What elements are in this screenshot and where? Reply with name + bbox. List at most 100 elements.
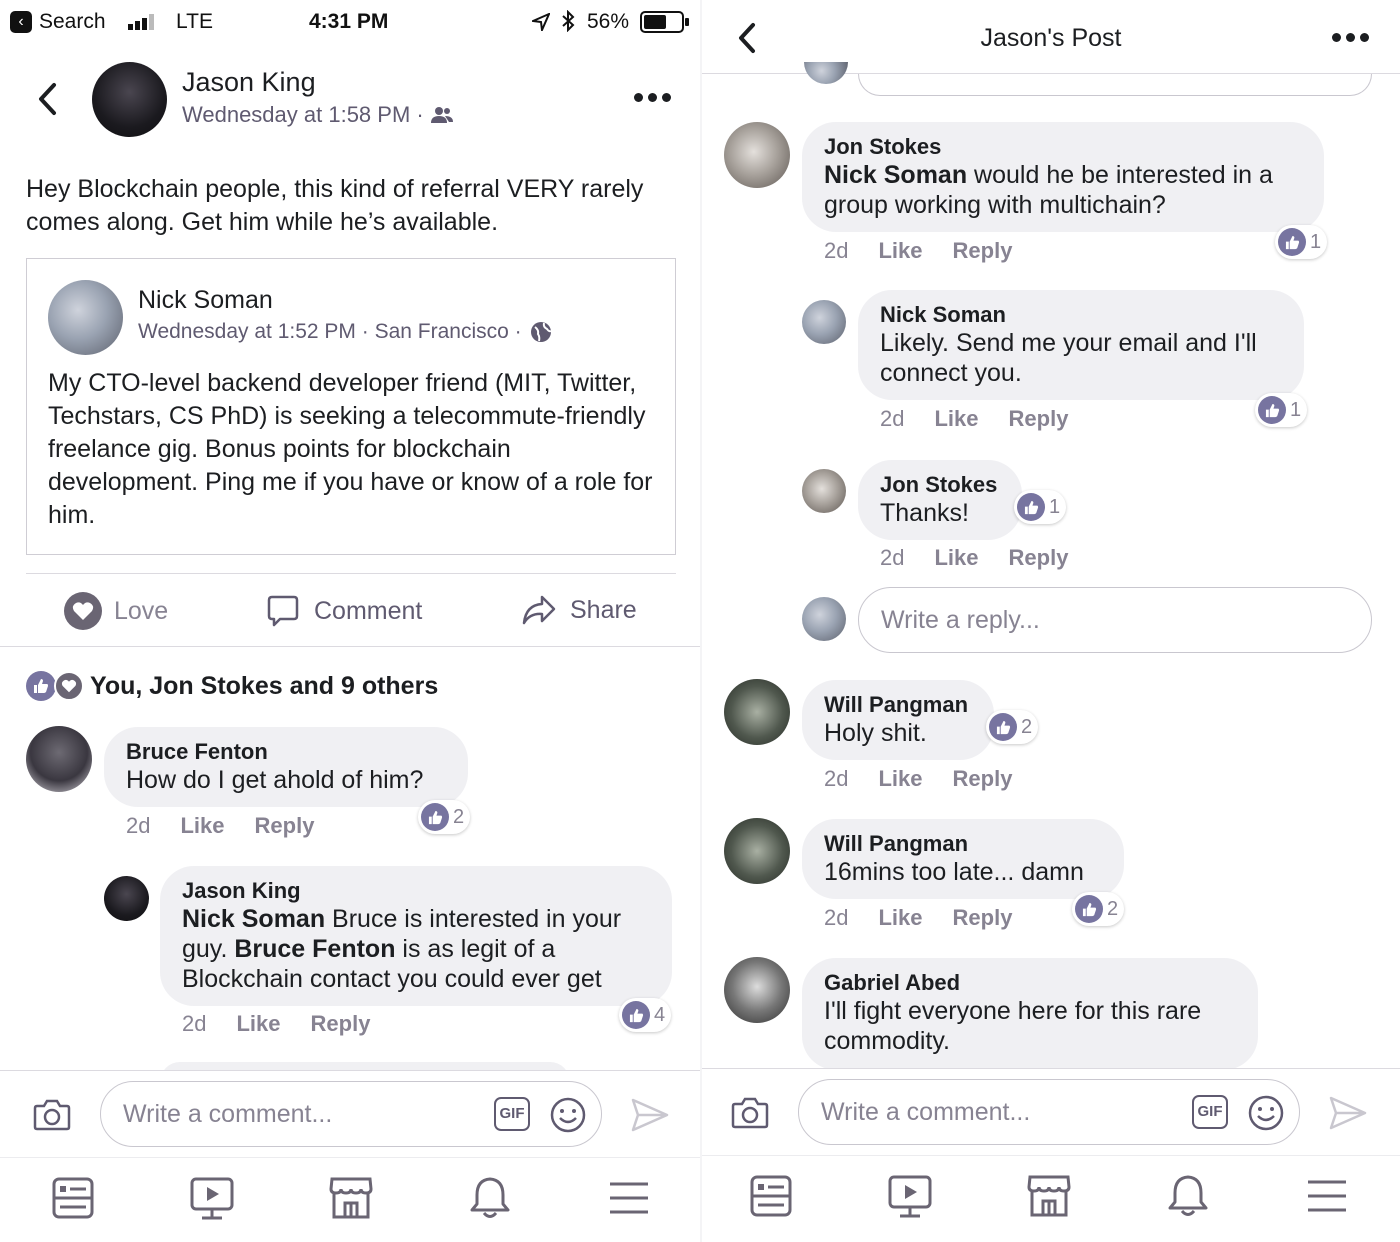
- comment-like-button[interactable]: Like: [236, 1011, 280, 1036]
- comment-input[interactable]: Write a comment... GIF: [798, 1079, 1300, 1145]
- commenter-avatar[interactable]: [724, 957, 790, 1023]
- comment-bubble[interactable]: Bruce Fenton How do I get ahold of him?: [104, 727, 468, 807]
- menu-tab-icon[interactable]: [608, 1180, 650, 1216]
- right-screen: Jason's Post Jon Stokes Nick Soman would…: [702, 0, 1400, 1242]
- commenter-avatar[interactable]: [724, 122, 790, 188]
- commenter-name[interactable]: Jon Stokes: [880, 472, 1000, 498]
- shared-post-text: My CTO-level backend developer friend (M…: [48, 369, 653, 529]
- love-label: Love: [114, 596, 169, 625]
- comment-reply-button[interactable]: Reply: [953, 905, 1013, 930]
- gif-button[interactable]: GIF: [494, 1097, 530, 1131]
- reactions-summary[interactable]: You, Jon Stokes and 9 others: [26, 671, 438, 701]
- notifications-tab-icon[interactable]: [1166, 1173, 1210, 1219]
- camera-icon[interactable]: [33, 1099, 71, 1131]
- comment-bubble[interactable]: Jason King Nick Soman Bruce is intereste…: [160, 866, 672, 1006]
- post-timestamp-row: Wednesday at 1:58 PM ·: [182, 102, 454, 128]
- news-feed-tab-icon[interactable]: [51, 1176, 95, 1220]
- commenter-name[interactable]: Will Pangman: [824, 831, 1102, 857]
- comment-button[interactable]: Comment: [266, 594, 422, 628]
- comment-text: Nick Soman Bruce is interested in your g…: [182, 904, 650, 994]
- shared-post-card[interactable]: Nick Soman Wednesday at 1:52 PM · San Fr…: [26, 258, 676, 555]
- news-feed-tab-icon[interactable]: [749, 1174, 793, 1218]
- commenter-name[interactable]: Nick Soman: [880, 302, 1282, 328]
- comment-like-button[interactable]: Like: [878, 766, 922, 791]
- composer-bar: Write a comment... GIF: [0, 1070, 700, 1158]
- commenter-name[interactable]: Jason King: [182, 878, 650, 904]
- send-icon[interactable]: [630, 1097, 670, 1133]
- comment-bubble[interactable]: Will Pangman 16mins too late... damn: [802, 819, 1124, 899]
- post-options-button[interactable]: [634, 93, 671, 102]
- friends-privacy-icon: [430, 107, 453, 123]
- comment-reply-button[interactable]: Reply: [1009, 406, 1069, 431]
- back-chevron-icon[interactable]: [36, 82, 58, 116]
- commenter-name[interactable]: Will Pangman: [824, 692, 972, 718]
- notifications-tab-icon[interactable]: [468, 1175, 512, 1221]
- menu-tab-icon[interactable]: [1306, 1178, 1348, 1214]
- comment-bubble[interactable]: Will Pangman Holy shit.: [802, 680, 994, 760]
- reply-input[interactable]: Write a reply...: [858, 587, 1372, 653]
- comment-reply-button[interactable]: Reply: [311, 1011, 371, 1036]
- commenter-avatar[interactable]: [104, 876, 149, 921]
- commenter-avatar[interactable]: [724, 679, 790, 745]
- comment-like-button[interactable]: Like: [180, 813, 224, 838]
- comment-reactions[interactable]: 2: [418, 800, 471, 834]
- post-timestamp[interactable]: Wednesday at 1:58 PM ·: [182, 102, 424, 128]
- comment-reply-button[interactable]: Reply: [953, 766, 1013, 791]
- post-author[interactable]: Jason King: [182, 67, 316, 98]
- battery-percent: 56%: [587, 10, 630, 33]
- comment-actions: 2d Like Reply: [824, 905, 1042, 931]
- watch-tab-icon[interactable]: [189, 1176, 235, 1222]
- marketplace-tab-icon[interactable]: [1026, 1173, 1072, 1219]
- comment-reactions[interactable]: 1: [1255, 393, 1308, 427]
- emoji-icon[interactable]: [1247, 1094, 1285, 1132]
- comment-time: 2d: [182, 1011, 207, 1036]
- author-avatar[interactable]: [92, 62, 167, 137]
- shared-author[interactable]: Nick Soman: [138, 286, 273, 315]
- commenter-avatar[interactable]: [26, 726, 92, 792]
- commenter-avatar[interactable]: [802, 469, 846, 513]
- comment-like-button[interactable]: Like: [878, 238, 922, 263]
- comment-reactions[interactable]: 2: [986, 710, 1039, 744]
- comment-reactions[interactable]: 4: [619, 998, 672, 1032]
- commenter-name[interactable]: Bruce Fenton: [126, 739, 446, 765]
- comment-reactions[interactable]: 1: [1014, 490, 1067, 524]
- commenter-avatar[interactable]: [802, 300, 846, 344]
- comment-reactions[interactable]: 1: [1275, 225, 1328, 259]
- comment-bubble[interactable]: Jon Stokes Nick Soman would he be intere…: [802, 122, 1324, 232]
- reply-input-placeholder: Write a reply...: [881, 606, 1040, 634]
- comment-reply-button[interactable]: Reply: [953, 238, 1013, 263]
- gif-button[interactable]: GIF: [1192, 1095, 1228, 1129]
- comment-bubble[interactable]: Jon Stokes Thanks!: [858, 460, 1022, 540]
- mention-link[interactable]: Nick Soman: [182, 905, 325, 933]
- shared-author-avatar[interactable]: [48, 280, 123, 355]
- comment-like-button[interactable]: Like: [934, 406, 978, 431]
- mention-link[interactable]: Nick Soman: [824, 161, 967, 189]
- commenter-avatar[interactable]: [724, 818, 790, 884]
- like-reaction-icon: [1278, 228, 1306, 256]
- mention-link[interactable]: Bruce Fenton: [234, 935, 395, 963]
- back-to-app-button[interactable]: ‹ Search: [10, 10, 106, 34]
- reaction-count: 1: [1049, 495, 1061, 518]
- comment-input-placeholder: Write a comment...: [821, 1098, 1031, 1126]
- camera-icon[interactable]: [731, 1097, 769, 1129]
- comment-reply-button[interactable]: Reply: [255, 813, 315, 838]
- header-options-button[interactable]: [1332, 33, 1369, 42]
- scrolled-avatar-edge: [804, 62, 848, 84]
- comment-reply-button[interactable]: Reply: [1009, 545, 1069, 570]
- commenter-name[interactable]: Gabriel Abed: [824, 970, 1236, 996]
- comment-input[interactable]: Write a comment... GIF: [100, 1081, 602, 1147]
- comment-bubble[interactable]: Nick Soman Likely. Send me your email an…: [858, 290, 1304, 400]
- comment-like-button[interactable]: Like: [934, 545, 978, 570]
- watch-tab-icon[interactable]: [887, 1174, 933, 1220]
- emoji-icon[interactable]: [549, 1096, 587, 1134]
- comment-bubble[interactable]: Gabriel Abed I'll fight everyone here fo…: [802, 958, 1258, 1070]
- share-button[interactable]: Share: [522, 594, 637, 626]
- marketplace-tab-icon[interactable]: [328, 1175, 374, 1221]
- comment-like-button[interactable]: Like: [878, 905, 922, 930]
- comment-reactions[interactable]: 2: [1072, 892, 1125, 926]
- love-button[interactable]: Love: [64, 592, 168, 630]
- reaction-count: 4: [654, 1003, 666, 1026]
- commenter-name[interactable]: Jon Stokes: [824, 134, 1302, 160]
- back-arrow-icon: ‹: [10, 11, 32, 33]
- send-icon[interactable]: [1328, 1095, 1368, 1131]
